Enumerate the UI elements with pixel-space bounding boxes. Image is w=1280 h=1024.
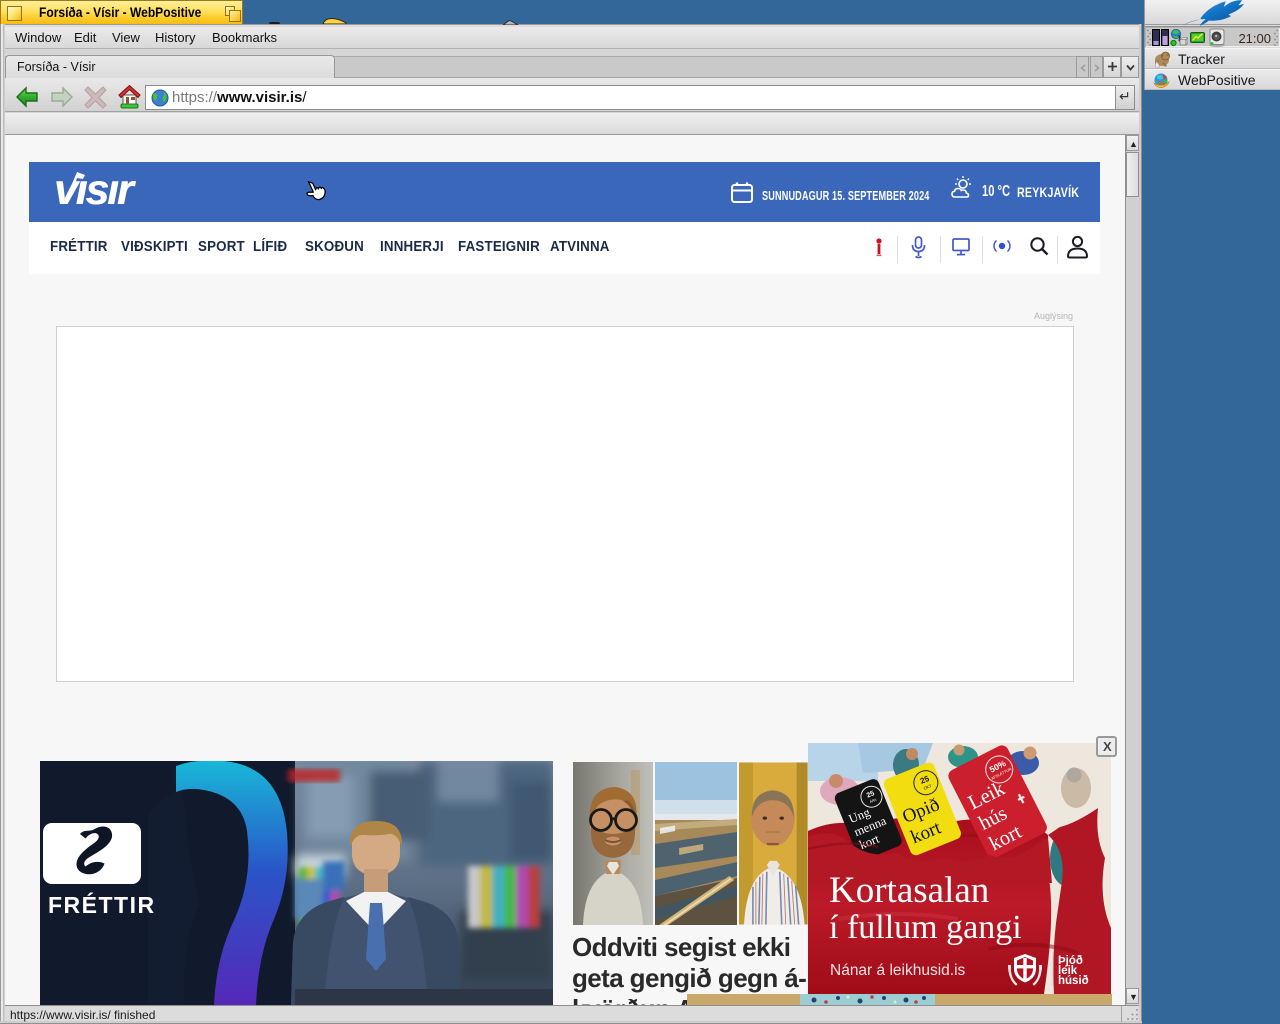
- svg-text:Nánar á leikhusid.is: Nánar á leikhusid.is: [830, 962, 966, 979]
- svg-text:FRÉTTIR: FRÉTTIR: [48, 891, 156, 918]
- svg-text:húsið: húsið: [1058, 975, 1089, 987]
- svg-text:í fullum gangi: í fullum gangi: [829, 909, 1022, 946]
- svg-text:Kortasalan: Kortasalan: [829, 870, 989, 911]
